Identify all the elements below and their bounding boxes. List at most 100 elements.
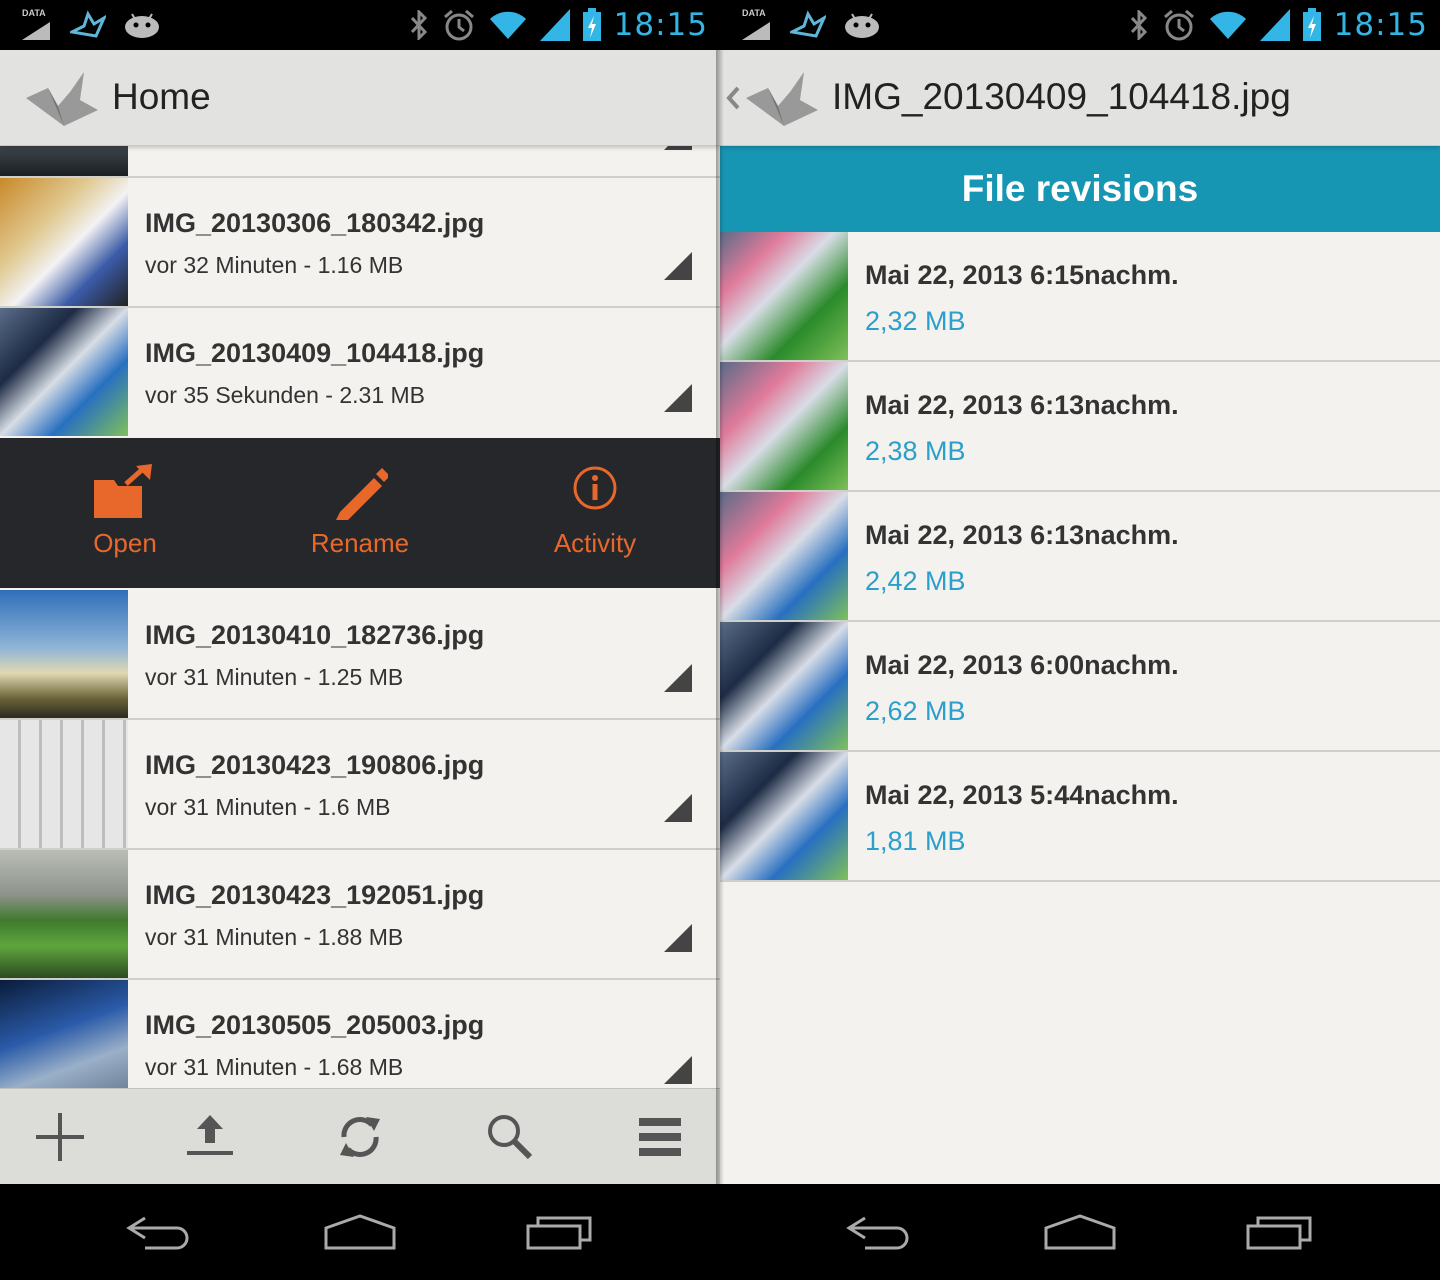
back-button[interactable] [830, 1204, 930, 1260]
wifi-icon [489, 11, 526, 39]
menu-button[interactable] [588, 1089, 720, 1185]
back-icon [846, 1216, 909, 1250]
file-meta: vor 35 Sekunden - 2.31 MB [145, 382, 425, 408]
file-meta: vor 31 Minuten - 1.68 MB [145, 1054, 404, 1080]
crane-logo-icon [746, 72, 818, 126]
file-thumbnail [0, 146, 128, 176]
file-meta: vor 31 Minuten - 1.25 MB [145, 664, 404, 690]
recent-apps-button[interactable] [510, 1204, 610, 1260]
back-button[interactable] [110, 1204, 210, 1260]
home-button[interactable] [1030, 1204, 1130, 1260]
upload-button[interactable] [138, 1089, 282, 1185]
home-button[interactable] [310, 1204, 410, 1260]
status-bar: DATA 18:15 [720, 0, 1440, 50]
add-button[interactable] [0, 1089, 132, 1185]
revisions-title: File revisions [961, 168, 1199, 209]
item-menu-corner-icon[interactable] [664, 924, 692, 952]
file-meta: vor 32 Minuten - 1.16 MB [145, 252, 404, 278]
data-sim-icon: DATA [20, 8, 52, 40]
android-debug-icon [125, 13, 159, 38]
revision-date: Mai 22, 2013 6:13nachm. [865, 520, 1179, 550]
revision-size: 1,81 MB [865, 826, 966, 856]
panel-divider-shadow [716, 50, 724, 1184]
revision-date: Mai 22, 2013 6:00nachm. [865, 650, 1179, 680]
item-menu-corner-icon[interactable] [664, 794, 692, 822]
recent-apps-button[interactable] [1230, 1204, 1330, 1260]
clock-time: 18:15 [613, 7, 708, 43]
list-item[interactable] [0, 146, 720, 178]
rename-label: Rename [310, 528, 410, 558]
battery-charging-icon [1302, 8, 1321, 41]
refresh-icon [340, 1117, 380, 1157]
activity-button[interactable]: Activity [475, 438, 715, 588]
list-item[interactable]: IMG_20130423_190806.jpg vor 31 Minuten -… [0, 720, 720, 850]
item-menu-corner-icon[interactable] [664, 664, 692, 692]
cloud-app-icon [70, 10, 106, 38]
navigation-bar [720, 1184, 1440, 1280]
crane-logo-icon[interactable] [24, 66, 102, 128]
file-thumbnail [0, 178, 128, 306]
search-button[interactable] [438, 1089, 582, 1185]
revision-thumbnail [720, 232, 848, 360]
file-meta: vor 31 Minuten - 1.6 MB [145, 794, 391, 820]
revision-size: 2,42 MB [865, 566, 966, 596]
quick-action-panel: Open Rename Activity [0, 438, 720, 588]
item-menu-corner-icon[interactable] [664, 384, 692, 412]
revision-item[interactable]: Mai 22, 2013 6:13nachm. 2,38 MB [720, 362, 1440, 492]
file-thumbnail [0, 720, 128, 848]
list-item[interactable]: IMG_20130423_192051.jpg vor 31 Minuten -… [0, 850, 720, 980]
pencil-icon [336, 468, 388, 520]
revision-date: Mai 22, 2013 6:15nachm. [865, 260, 1179, 290]
alarm-icon [443, 9, 474, 41]
menu-icon [639, 1118, 681, 1156]
navigation-bar [0, 1184, 720, 1280]
revision-item[interactable]: Mai 22, 2013 6:13nachm. 2,42 MB [720, 492, 1440, 622]
list-item[interactable]: IMG_20130306_180342.jpg vor 32 Minuten -… [0, 178, 720, 308]
revision-item[interactable]: Mai 22, 2013 5:44nachm. 1,81 MB [720, 752, 1440, 882]
revision-item[interactable]: Mai 22, 2013 6:00nachm. 2,62 MB [720, 622, 1440, 752]
data-sim-icon: DATA [740, 8, 772, 40]
refresh-button[interactable] [288, 1089, 432, 1185]
clock-time: 18:15 [1333, 7, 1428, 43]
revision-thumbnail [720, 362, 848, 490]
status-bar: DATA 18:15 [0, 0, 720, 50]
bluetooth-icon [1130, 10, 1147, 40]
item-menu-corner-icon[interactable] [664, 146, 692, 150]
battery-charging-icon [582, 8, 601, 41]
list-item[interactable]: IMG_20130505_205003.jpg vor 31 Minuten -… [0, 980, 720, 1088]
revision-item[interactable]: Mai 22, 2013 6:15nachm. 2,32 MB [720, 232, 1440, 362]
revision-size: 2,32 MB [865, 306, 966, 336]
open-button[interactable]: Open [5, 438, 245, 588]
file-thumbnail [0, 590, 128, 718]
up-button[interactable] [720, 50, 825, 146]
back-icon [126, 1216, 189, 1250]
revision-date: Mai 22, 2013 5:44nachm. [865, 780, 1179, 810]
list-item[interactable]: IMG_20130410_182736.jpg vor 31 Minuten -… [0, 590, 720, 720]
signal-icon [539, 9, 570, 41]
data-label: DATA [742, 8, 766, 18]
open-label: Open [93, 528, 157, 558]
revision-thumbnail [720, 492, 848, 620]
recent-apps-icon [526, 1216, 592, 1250]
file-meta: vor 31 Minuten - 1.88 MB [145, 924, 404, 950]
file-revisions-screen: DATA 18:15 IMG_20130409_104418.jpg File … [720, 0, 1440, 1280]
item-menu-corner-icon[interactable] [664, 1056, 692, 1084]
file-name: IMG_20130423_192051.jpg [145, 880, 485, 910]
bottom-toolbar [0, 1088, 720, 1184]
list-item[interactable]: IMG_20130409_104418.jpg vor 35 Sekunden … [0, 308, 720, 438]
page-title: Home [112, 76, 211, 117]
search-icon [488, 1115, 533, 1160]
file-thumbnail [0, 850, 128, 978]
recent-apps-icon [1246, 1216, 1312, 1250]
file-thumbnail [0, 980, 128, 1088]
rename-button[interactable]: Rename [240, 438, 480, 588]
revision-size: 2,38 MB [865, 436, 966, 466]
info-icon [573, 466, 617, 510]
file-name: IMG_20130409_104418.jpg [145, 338, 485, 368]
file-list-lower: IMG_20130410_182736.jpg vor 31 Minuten -… [0, 588, 720, 1088]
revision-size: 2,62 MB [865, 696, 966, 726]
file-thumbnail [0, 308, 128, 436]
item-menu-corner-icon[interactable] [664, 252, 692, 280]
activity-label: Activity [553, 528, 637, 558]
file-name: IMG_20130505_205003.jpg [145, 1010, 485, 1040]
